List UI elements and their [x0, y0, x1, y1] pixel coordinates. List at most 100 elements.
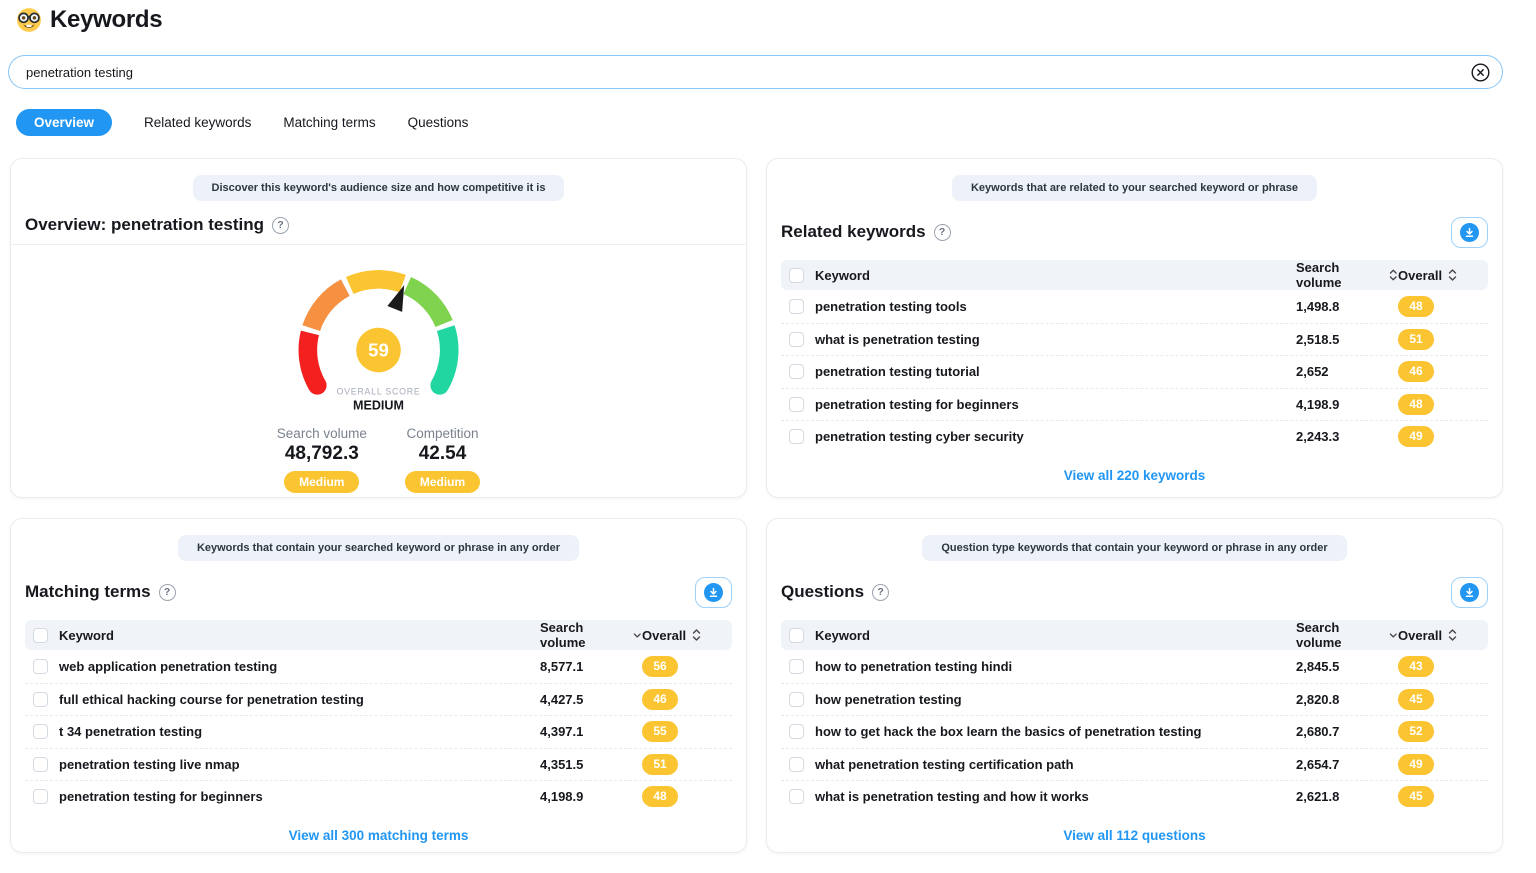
overall-badge: 52: [1398, 721, 1434, 742]
download-button[interactable]: [1451, 577, 1488, 608]
keyword-cell: penetration testing tools: [815, 299, 967, 314]
table-row: what penetration testing certification p…: [781, 748, 1488, 781]
view-all-keywords-link[interactable]: View all 220 keywords: [1054, 458, 1216, 493]
table-body: penetration testing tools 1,498.8 48 wha…: [781, 290, 1488, 453]
row-checkbox[interactable]: [789, 789, 804, 804]
overall-badge: 45: [1398, 786, 1434, 807]
status-badge: Medium: [284, 471, 359, 493]
row-checkbox[interactable]: [33, 789, 48, 804]
overall-badge: 48: [1398, 296, 1434, 317]
overall-badge: 56: [642, 656, 678, 677]
keyword-cell: how to get hack the box learn the basics…: [815, 724, 1201, 739]
questions-card-head: Questions ?: [781, 575, 1488, 609]
stat-competition: Competition 42.54 Medium: [405, 426, 480, 493]
related-keywords-card: Keywords that are related to your search…: [766, 158, 1503, 498]
help-icon[interactable]: ?: [159, 584, 176, 601]
column-keyword[interactable]: Keyword: [815, 268, 870, 283]
table-row: penetration testing tools 1,498.8 48: [781, 290, 1488, 323]
row-checkbox[interactable]: [789, 724, 804, 739]
overall-badge: 45: [1398, 689, 1434, 710]
row-checkbox[interactable]: [789, 397, 804, 412]
page-title: Keywords: [50, 6, 162, 34]
search-bar: [8, 55, 1503, 89]
questions-card-title: Questions: [781, 582, 864, 602]
column-overall[interactable]: Overall: [642, 628, 724, 643]
tab-questions[interactable]: Questions: [408, 109, 469, 136]
column-search-volume[interactable]: Search volume: [1296, 260, 1398, 290]
gauge-level: MEDIUM: [353, 399, 404, 413]
table-row: full ethical hacking course for penetrat…: [25, 683, 732, 716]
questions-card: Question type keywords that contain your…: [766, 518, 1503, 853]
table-header: Keyword Search volume Overall: [25, 620, 732, 650]
row-checkbox[interactable]: [789, 364, 804, 379]
row-checkbox[interactable]: [789, 299, 804, 314]
row-checkbox[interactable]: [33, 757, 48, 772]
column-overall[interactable]: Overall: [1398, 628, 1480, 643]
stat-value: 42.54: [405, 443, 480, 465]
row-checkbox[interactable]: [789, 692, 804, 707]
column-keyword[interactable]: Keyword: [59, 628, 114, 643]
keyword-cell: penetration testing for beginners: [59, 789, 263, 804]
search-volume-cell: 2,243.3: [1296, 429, 1398, 444]
keyword-cell: penetration testing tutorial: [815, 364, 980, 379]
table-header: Keyword Search volume Overall: [781, 260, 1488, 290]
matching-card-title: Matching terms: [25, 582, 151, 602]
nerd-face-emoji-icon: [16, 7, 42, 33]
stat-label: Search volume: [277, 426, 367, 441]
tab-matching-terms[interactable]: Matching terms: [283, 109, 375, 136]
column-overall[interactable]: Overall: [1398, 268, 1480, 283]
table-row: penetration testing for beginners 4,198.…: [25, 780, 732, 813]
keyword-cell: how to penetration testing hindi: [815, 659, 1012, 674]
clear-search-button[interactable]: [1471, 63, 1490, 82]
table-row: how penetration testing 2,820.8 45: [781, 683, 1488, 716]
download-button[interactable]: [1451, 217, 1488, 248]
search-volume-cell: 2,654.7: [1296, 757, 1398, 772]
column-search-volume[interactable]: Search volume: [540, 620, 642, 650]
keyword-cell: penetration testing for beginners: [815, 397, 1019, 412]
table-row: how to penetration testing hindi 2,845.5…: [781, 650, 1488, 683]
help-icon[interactable]: ?: [872, 584, 889, 601]
row-checkbox[interactable]: [789, 659, 804, 674]
row-checkbox[interactable]: [789, 332, 804, 347]
questions-table: Keyword Search volume Overall: [781, 620, 1488, 853]
search-volume-cell: 4,351.5: [540, 757, 642, 772]
search-volume-cell: 4,397.1: [540, 724, 642, 739]
search-volume-cell: 2,652: [1296, 364, 1398, 379]
table-row: what is penetration testing 2,518.5 51: [781, 323, 1488, 356]
help-icon[interactable]: ?: [934, 224, 951, 241]
tab-overview[interactable]: Overview: [16, 109, 112, 136]
help-icon[interactable]: ?: [272, 217, 289, 234]
search-volume-cell: 8,577.1: [540, 659, 642, 674]
view-all-matching-terms-link[interactable]: View all 300 matching terms: [279, 818, 479, 853]
column-keyword[interactable]: Keyword: [815, 628, 870, 643]
sort-both-icon: [1448, 629, 1457, 641]
column-search-volume[interactable]: Search volume: [1296, 620, 1398, 650]
search-volume-cell: 2,621.8: [1296, 789, 1398, 804]
download-button[interactable]: [695, 577, 732, 608]
stat-value: 48,792.3: [277, 443, 367, 465]
matching-banner: Keywords that contain your searched keyw…: [178, 535, 579, 561]
overview-card-head: Overview: penetration testing ?: [11, 215, 746, 245]
app-header: Keywords: [0, 6, 1536, 34]
search-volume-cell: 4,198.9: [1296, 397, 1398, 412]
row-checkbox[interactable]: [789, 757, 804, 772]
select-all-checkbox[interactable]: [33, 628, 48, 643]
search-input[interactable]: [8, 55, 1503, 89]
table-row: penetration testing tutorial 2,652 46: [781, 355, 1488, 388]
row-checkbox[interactable]: [33, 659, 48, 674]
tab-related-keywords[interactable]: Related keywords: [144, 109, 251, 136]
keyword-cell: penetration testing cyber security: [815, 429, 1024, 444]
keyword-cell: what is penetration testing and how it w…: [815, 789, 1089, 804]
row-checkbox[interactable]: [789, 429, 804, 444]
select-all-checkbox[interactable]: [789, 268, 804, 283]
table-row: how to get hack the box learn the basics…: [781, 715, 1488, 748]
view-all-questions-link[interactable]: View all 112 questions: [1053, 818, 1215, 853]
search-volume-cell: 2,518.5: [1296, 332, 1398, 347]
search-volume-cell: 4,198.9: [540, 789, 642, 804]
select-all-checkbox[interactable]: [789, 628, 804, 643]
row-checkbox[interactable]: [33, 724, 48, 739]
overall-badge: 46: [1398, 361, 1434, 382]
row-checkbox[interactable]: [33, 692, 48, 707]
questions-banner: Question type keywords that contain your…: [922, 535, 1346, 561]
keyword-cell: t 34 penetration testing: [59, 724, 202, 739]
